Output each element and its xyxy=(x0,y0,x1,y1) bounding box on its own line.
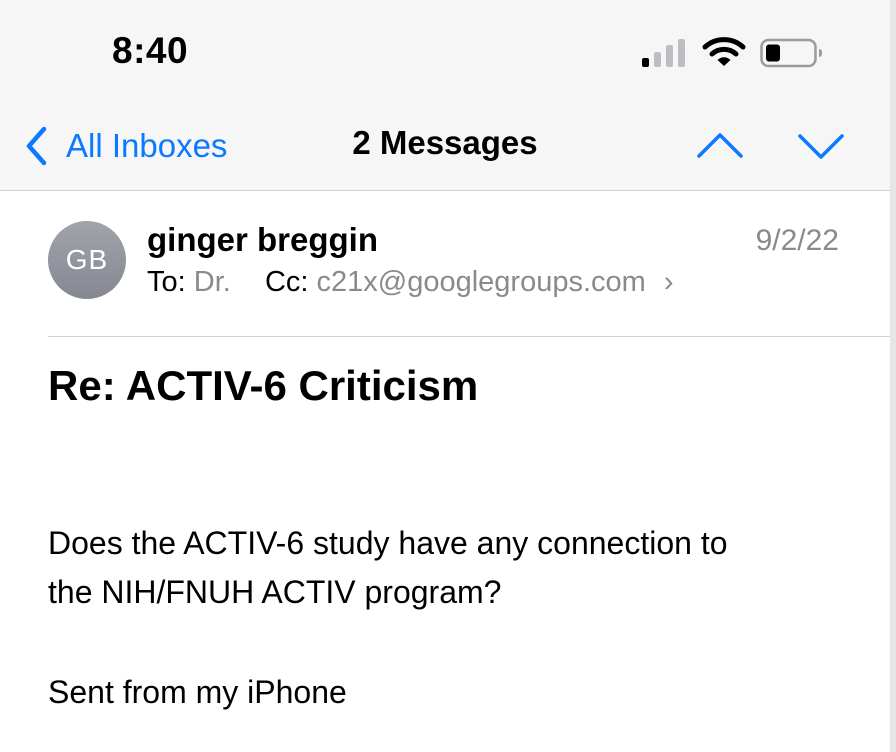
avatar[interactable]: GB xyxy=(48,221,126,299)
wifi-icon xyxy=(702,37,746,66)
up-arrow-icon[interactable] xyxy=(696,126,744,166)
down-arrow-icon[interactable] xyxy=(797,126,845,166)
nav-title: 2 Messages xyxy=(0,124,890,162)
cc-value: c21x@googlegroups.com xyxy=(316,266,646,298)
body-line: the NIH/FNUH ACTIV program? xyxy=(48,574,502,610)
recipients-row[interactable]: To: Dr. Cc: c21x@googlegroups.com › xyxy=(147,266,674,299)
nav-title-text: 2 Messages xyxy=(352,124,538,161)
cellular-signal-icon xyxy=(642,39,685,67)
to-value: Dr. xyxy=(193,266,231,298)
header-divider xyxy=(48,336,890,337)
cc-label: Cc: xyxy=(264,266,309,298)
battery-icon xyxy=(760,38,822,68)
chevron-right-icon: › xyxy=(663,266,674,298)
body-line: Does the ACTIV-6 study have any connecti… xyxy=(48,525,728,561)
window-edge xyxy=(890,0,896,752)
sender-name[interactable]: ginger breggin xyxy=(147,221,378,259)
signature: Sent from my iPhone xyxy=(48,674,347,710)
message-date: 9/2/22 xyxy=(755,224,839,257)
message-subject: Re: ACTIV-6 Criticism xyxy=(48,362,479,409)
to-label: To: xyxy=(147,266,186,298)
status-time: 8:40 xyxy=(112,30,189,71)
avatar-initials: GB xyxy=(65,244,109,275)
